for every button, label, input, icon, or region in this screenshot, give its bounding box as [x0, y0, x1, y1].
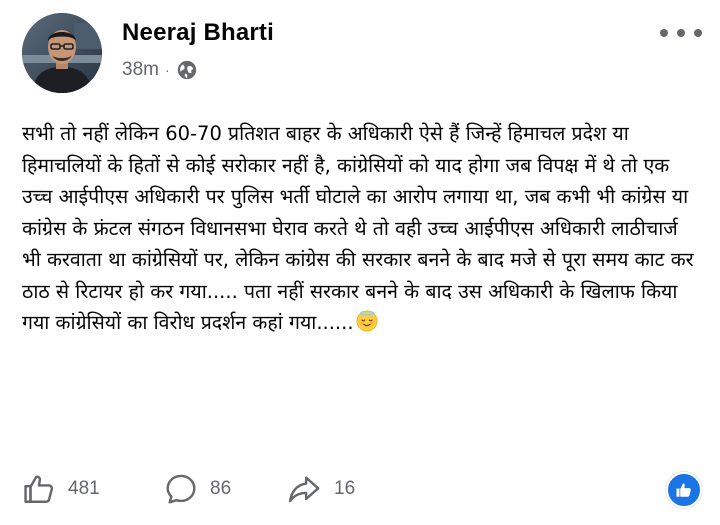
like-button[interactable]: 481 — [22, 472, 100, 506]
like-reaction-icon — [676, 483, 691, 497]
comment-count: 86 — [210, 478, 232, 499]
post-actions: 481 86 16 — [22, 466, 702, 512]
like-count: 481 — [68, 478, 100, 499]
relieved-face-emoji — [356, 310, 377, 332]
post-text: सभी तो नहीं लेकिन 60-70 प्रतिशत बाहर के … — [22, 122, 694, 334]
meta-separator: · — [164, 62, 170, 78]
more-dot — [660, 29, 668, 37]
globe-icon[interactable] — [176, 59, 198, 81]
more-options-button[interactable] — [660, 23, 702, 43]
post-header: Neeraj Bharti 38m · — [22, 13, 702, 95]
share-arrow-icon — [288, 476, 320, 503]
post-body: सभी तो नहीं लेकिन 60-70 प्रतिशत बाहर के … — [22, 118, 702, 339]
avatar[interactable] — [22, 13, 102, 93]
share-count: 16 — [334, 478, 356, 499]
more-dot — [694, 29, 702, 37]
post-timestamp[interactable]: 38m — [122, 59, 159, 81]
more-dot — [677, 29, 685, 37]
share-button[interactable]: 16 — [286, 472, 355, 506]
facebook-post: Neeraj Bharti 38m · सभी तो नहीं लेकिन 60… — [0, 0, 720, 525]
like-reaction-badge[interactable] — [666, 472, 702, 508]
comment-button[interactable]: 86 — [164, 472, 231, 506]
comment-bubble-icon — [166, 474, 196, 504]
thumbs-up-icon — [24, 475, 54, 503]
post-meta: 38m · — [122, 59, 198, 81]
profile-photo — [22, 13, 102, 93]
author-name[interactable]: Neeraj Bharti — [122, 19, 274, 47]
